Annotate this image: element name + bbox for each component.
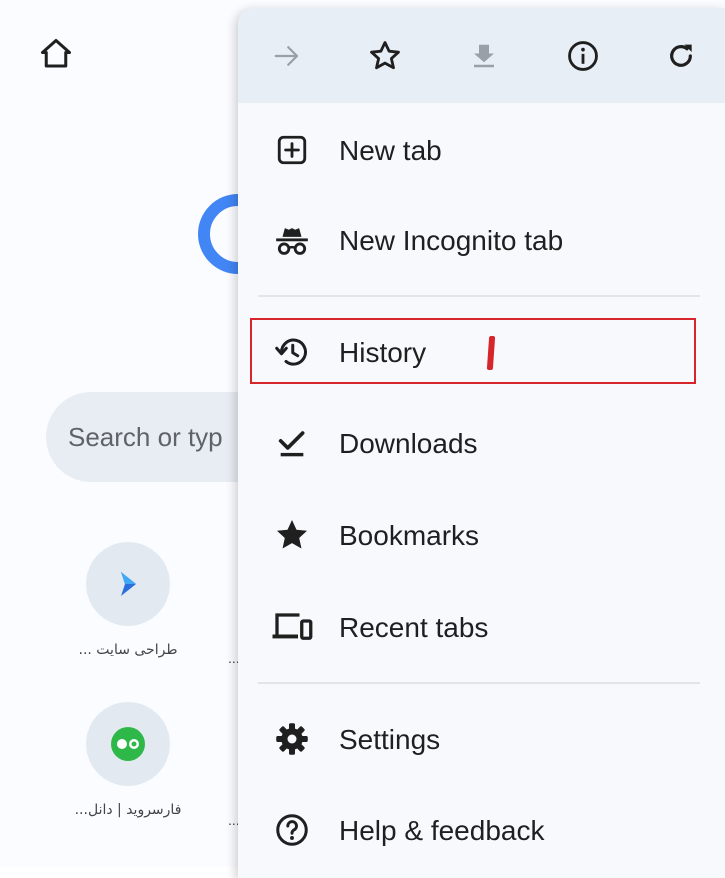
green-circle-logo-icon — [86, 702, 170, 786]
menu-item-label: Downloads — [339, 428, 478, 459]
shortcut-label: طراحی سایت ... — [78, 642, 178, 658]
history-highlight-box — [250, 318, 696, 384]
page-info-button[interactable] — [561, 34, 605, 78]
download-page-button[interactable] — [462, 34, 506, 78]
menu-item-label: Recent tabs — [339, 612, 489, 643]
menu-item-label: New Incognito tab — [339, 225, 564, 256]
shortcut-tile[interactable]: طراحی سایت ... — [58, 542, 198, 658]
gear-icon — [270, 717, 314, 761]
menu-divider — [258, 682, 700, 684]
menu-item-settings[interactable]: Settings — [238, 695, 725, 783]
shortcut-tile[interactable]: فارسروید | دانل... — [58, 702, 198, 818]
shortcut-label: فارسروید | دانل... — [74, 802, 182, 818]
menu-item-recent-tabs[interactable]: Recent tabs — [238, 583, 725, 671]
menu-item-label: Bookmarks — [339, 520, 480, 551]
reload-icon — [670, 44, 692, 67]
search-placeholder: Search or typ — [68, 422, 223, 452]
new-tab-icon — [270, 128, 314, 172]
reload-button[interactable] — [659, 34, 703, 78]
menu-item-label: New tab — [339, 135, 442, 166]
menu-item-help-feedback[interactable]: Help & feedback — [238, 786, 725, 874]
home-button[interactable] — [36, 34, 76, 74]
menu-divider — [258, 295, 700, 297]
menu-item-label: Help & feedback — [339, 815, 545, 846]
forward-arrow-icon — [274, 46, 299, 66]
star-filled-icon — [270, 513, 314, 557]
star-outline-icon — [370, 41, 400, 70]
menu-item-bookmarks[interactable]: Bookmarks — [238, 491, 725, 579]
forward-button[interactable] — [265, 34, 309, 78]
devices-icon — [270, 605, 314, 649]
downloads-check-icon — [270, 421, 314, 465]
home-icon — [41, 39, 71, 68]
info-icon — [568, 41, 598, 71]
bookmark-button[interactable] — [363, 34, 407, 78]
new-tab-page: Search or typ طراحی سایت ... ... فارسروی… — [0, 0, 725, 878]
overflow-menu: New tab New Incognito tab History Downlo… — [238, 8, 725, 878]
menu-item-new-tab[interactable]: New tab — [238, 106, 725, 194]
menu-item-label: Settings — [339, 724, 441, 755]
incognito-icon — [270, 218, 314, 262]
arrow-logo-icon — [86, 542, 170, 626]
menu-item-downloads[interactable]: Downloads — [238, 399, 725, 487]
help-icon — [270, 808, 314, 852]
menu-toolbar — [238, 8, 725, 103]
menu-item-new-incognito-tab[interactable]: New Incognito tab — [238, 196, 725, 284]
download-icon — [474, 44, 494, 68]
